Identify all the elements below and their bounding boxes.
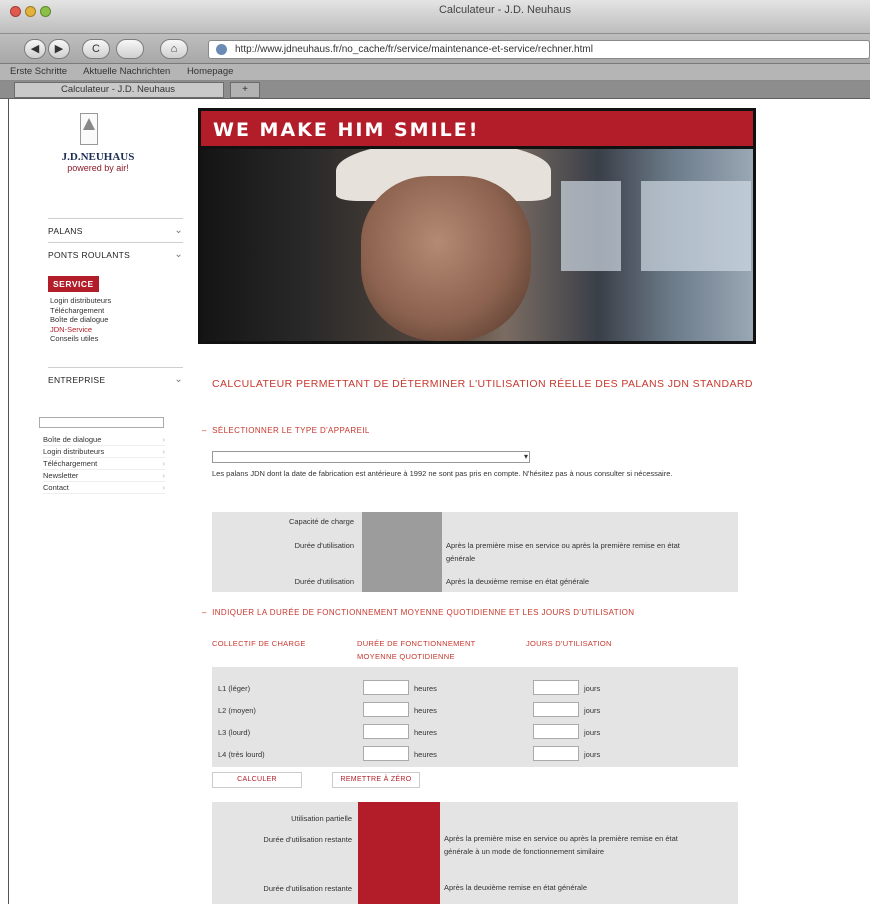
service-link[interactable]: Téléchargement <box>50 306 111 316</box>
window-titlebar: Calculateur - J.D. Neuhaus <box>0 0 870 34</box>
panel-label: Capacité de charge <box>288 517 354 526</box>
column-header: JOURS D'UTILISATION <box>526 639 612 648</box>
select-arrow-icon: ▾ <box>523 452 528 461</box>
days-input[interactable] <box>533 724 579 739</box>
bookmark-button[interactable] <box>116 39 144 59</box>
reset-button[interactable]: REMETTRE À ZÉRO <box>332 772 420 788</box>
globe-icon <box>216 44 227 55</box>
unit-label: jours <box>584 684 601 693</box>
panel-text: Après la deuxième remise en état général… <box>446 577 589 586</box>
result-value-block <box>362 512 442 592</box>
row-label: L2 (moyen) <box>218 706 256 715</box>
unit-label: heures <box>414 706 437 715</box>
section-heading-usage[interactable]: – INDIQUER LA DURÉE DE FONCTIONNEMENT MO… <box>202 608 672 617</box>
section-heading-device-type[interactable]: – SÉLECTIONNER LE TYPE D'APPAREIL <box>202 426 370 435</box>
panel-label: Durée d'utilisation <box>294 577 354 586</box>
days-input[interactable] <box>533 746 579 761</box>
window-title: Calculateur - J.D. Neuhaus <box>438 4 572 16</box>
home-button[interactable]: ⌂ <box>160 39 188 59</box>
unit-label: heures <box>414 728 437 737</box>
tab-bar: Calculateur - J.D. Neuhaus + <box>0 81 870 99</box>
bookmark-item[interactable]: Homepage <box>187 66 233 77</box>
unit-label: jours <box>584 706 601 715</box>
days-input[interactable] <box>533 680 579 695</box>
sidebar-item-palans[interactable]: PALANS ⌄ <box>48 218 183 242</box>
sidebar-search-input[interactable] <box>39 417 164 428</box>
hours-input[interactable] <box>363 702 409 717</box>
service-link-active[interactable]: JDN-Service <box>50 325 111 335</box>
hero-face <box>361 176 531 341</box>
unit-label: heures <box>414 750 437 759</box>
sidebar-item-label: PONTS ROULANTS <box>48 250 131 260</box>
hero-band: WE MAKE HIM SMILE! <box>201 111 753 149</box>
unit-label: jours <box>584 750 601 759</box>
logo-tagline: powered by air! <box>67 163 129 173</box>
browser-tab[interactable]: Calculateur - J.D. Neuhaus <box>14 82 224 98</box>
back-button[interactable]: ◀ <box>24 39 46 59</box>
service-link[interactable]: Login distributeurs <box>50 296 111 306</box>
row-label: L1 (léger) <box>218 684 251 693</box>
hero-banner: WE MAKE HIM SMILE! <box>198 108 756 344</box>
quick-link[interactable]: Boîte de dialogue › <box>43 434 165 446</box>
sidebar-item-label: PALANS <box>48 226 83 236</box>
chevron-down-icon: ⌄ <box>174 225 183 236</box>
panel-label: Durée d'utilisation restante <box>263 835 352 844</box>
bookmark-item[interactable]: Aktuelle Nachrichten <box>83 66 170 77</box>
logo-icon[interactable] <box>80 113 98 145</box>
sidebar-nav: PALANS ⌄ PONTS ROULANTS ⌄ <box>48 218 183 266</box>
quick-links: Boîte de dialogue › Login distributeurs › … <box>43 434 165 494</box>
hours-input[interactable] <box>363 680 409 695</box>
panel-text: Après la deuxième remise en état général… <box>444 883 587 892</box>
unit-label: heures <box>414 684 437 693</box>
days-input[interactable] <box>533 702 579 717</box>
info-note: Les palans JDN dont la date de fabricati… <box>212 469 673 478</box>
chevron-down-icon: ⌄ <box>174 374 183 385</box>
hero-headline: WE MAKE HIM SMILE! <box>213 119 480 141</box>
panel-text: Après la première mise en service ou apr… <box>444 834 678 856</box>
chevron-down-icon: ⌄ <box>174 249 183 260</box>
quick-link[interactable]: Téléchargement › <box>43 458 165 470</box>
sidebar-item-ponts-roulants[interactable]: PONTS ROULANTS ⌄ <box>48 242 183 266</box>
service-links: Login distributeurs Téléchargement Boîte… <box>50 296 111 344</box>
hours-input[interactable] <box>363 724 409 739</box>
sidebar-item-service[interactable]: SERVICE <box>48 276 99 292</box>
panel-label: Durée d'utilisation <box>294 541 354 550</box>
quick-link[interactable]: Login distributeurs › <box>43 446 165 458</box>
row-label: L4 (très lourd) <box>218 750 265 759</box>
logo-name[interactable]: J.D.NEUHAUS <box>50 151 146 163</box>
bookmarks-bar: Erste Schritte Aktuelle Nachrichten Home… <box>0 64 870 81</box>
sidebar-nav-enterprise: ENTREPRISE ⌄ <box>48 367 183 391</box>
service-link[interactable]: Conseils utiles <box>50 334 111 344</box>
new-tab-button[interactable]: + <box>230 82 260 98</box>
row-label: L3 (lourd) <box>218 728 251 737</box>
panel-label: Durée d'utilisation restante <box>263 884 352 893</box>
page-title: CALCULATEUR PERMETTANT DE DÉTERMINER L'U… <box>212 378 753 390</box>
calculate-button[interactable]: CALCULER <box>212 772 302 788</box>
device-type-select[interactable]: ▾ <box>212 451 530 463</box>
address-url: http://www.jdneuhaus.fr/no_cache/fr/serv… <box>235 44 593 55</box>
quick-link[interactable]: Contact › <box>43 482 165 494</box>
address-bar[interactable]: http://www.jdneuhaus.fr/no_cache/fr/serv… <box>208 40 870 59</box>
panel-label: Utilisation partielle <box>291 814 352 823</box>
forward-button[interactable]: ▶ <box>48 39 70 59</box>
sidebar-item-entreprise[interactable]: ENTREPRISE ⌄ <box>48 367 183 391</box>
hours-input[interactable] <box>363 746 409 761</box>
panel-text: Après la première mise en service ou apr… <box>446 541 680 563</box>
result-value-block <box>358 802 440 904</box>
unit-label: jours <box>584 728 601 737</box>
quick-link[interactable]: Newsletter › <box>43 470 165 482</box>
reload-button[interactable]: C <box>82 39 110 59</box>
bookmark-item[interactable]: Erste Schritte <box>10 66 67 77</box>
browser-toolbar: ◀ ▶ C ⌂ http://www.jdneuhaus.fr/no_cache… <box>0 34 870 64</box>
input-panel <box>212 667 738 767</box>
sidebar-item-label: ENTREPRISE <box>48 375 106 385</box>
column-header: COLLECTIF DE CHARGE <box>212 639 306 648</box>
column-header: DURÉE DE FONCTIONNEMENT MOYENNE QUOTIDIE… <box>357 639 476 661</box>
service-link[interactable]: Boîte de dialogue <box>50 315 111 325</box>
